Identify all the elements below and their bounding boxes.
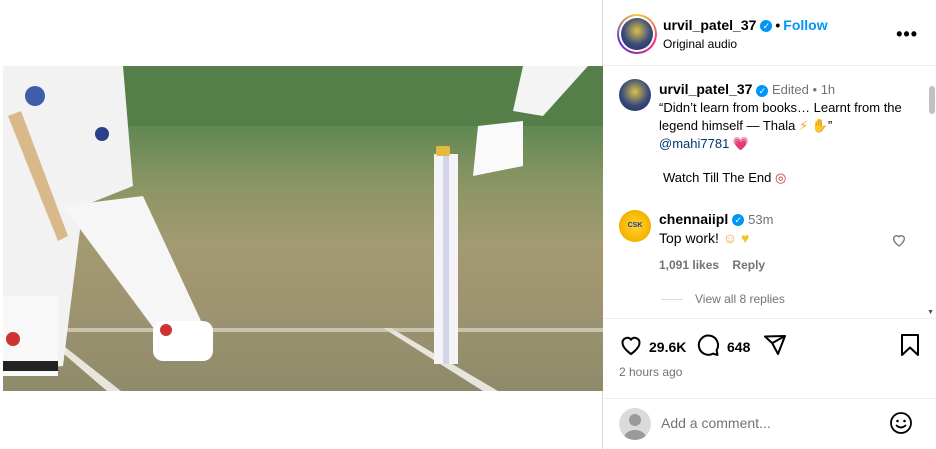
replies-divider [661, 298, 683, 300]
default-user-icon [624, 414, 646, 440]
commenter-username[interactable]: chennaiipl [659, 211, 728, 227]
caption-line2: Watch Till The End ◎ [663, 170, 786, 186]
face-emoji-icon: ☺ [722, 230, 738, 246]
bookmark-icon [901, 334, 919, 356]
commenter-logo-icon: CSK [627, 222, 643, 229]
add-comment-bar [603, 398, 936, 449]
comment-count: 648 [727, 339, 751, 355]
post-timestamp[interactable]: 2 hours ago [619, 365, 682, 379]
comments-scrollbar[interactable]: ▼ [927, 80, 936, 316]
header-separator: • [775, 17, 781, 33]
action-bar: 29.6K 648 2 hours ago [603, 318, 936, 398]
heart-icon [621, 336, 641, 356]
reply-button[interactable]: Reply [732, 258, 765, 272]
commenter-avatar[interactable]: CSK [619, 210, 651, 242]
comment-text: Top work! [659, 230, 719, 246]
comment-like-button[interactable] [891, 232, 907, 253]
share-icon [764, 335, 786, 355]
post-side-panel: urvil_patel_37 ✓ • Follow Original audio ••… [603, 0, 936, 449]
verified-badge-icon: ✓ [732, 214, 745, 227]
comment-button[interactable] [696, 333, 720, 362]
post-header: urvil_patel_37 ✓ • Follow Original audio ••… [603, 0, 936, 66]
caption-time: 1h [820, 82, 836, 97]
emoji-icon [890, 412, 912, 434]
media-panel [0, 0, 603, 449]
comment-time: 53m [748, 212, 774, 227]
comment-input[interactable] [661, 413, 881, 433]
current-user-avatar [619, 408, 651, 440]
scroll-down-arrow-icon[interactable]: ▼ [927, 309, 934, 316]
edited-label: Edited [772, 82, 809, 97]
post-caption: urvil_patel_37 ✓ Edited • 1h “Didn’t lear… [659, 80, 924, 153]
target-emoji-icon: ◎ [775, 170, 787, 185]
emoji-picker-button[interactable] [889, 411, 913, 440]
comment-icon [697, 334, 720, 356]
like-count[interactable]: 29.6K [649, 339, 686, 355]
comments-section[interactable]: urvil_patel_37 ✓ Edited • 1h “Didn’t lear… [603, 66, 936, 318]
like-button[interactable] [619, 333, 643, 362]
view-replies-label: View all 8 replies [695, 292, 785, 306]
mention-link[interactable]: @mahi7781 [659, 136, 729, 151]
comment-likes[interactable]: 1,091 likes [659, 258, 719, 272]
comment-meta: 1,091 likes Reply [659, 258, 775, 272]
caption-separator: • [812, 82, 818, 97]
comment-text-row: Top work! ☺ ♥ [659, 230, 749, 246]
video-frame [3, 66, 603, 391]
caption-text: “Didn’t learn from books… Learnt from th… [659, 100, 902, 133]
caption-text-tail: ” [827, 118, 833, 133]
audio-link[interactable]: Original audio [663, 37, 737, 51]
caption-line2-text: Watch Till The End [663, 170, 772, 185]
share-button[interactable] [763, 333, 787, 362]
caption-author-avatar[interactable] [619, 79, 651, 111]
verified-badge-icon: ✓ [760, 20, 773, 33]
more-options-icon[interactable]: ••• [896, 24, 918, 45]
caption-username[interactable]: urvil_patel_37 [659, 81, 752, 97]
author-avatar[interactable] [617, 14, 657, 54]
author-username[interactable]: urvil_patel_37 [663, 17, 756, 33]
yellow-heart-emoji-icon: ♥ [741, 230, 750, 246]
verified-badge-icon: ✓ [756, 84, 769, 97]
lightning-emoji-icon: ⚡ [798, 118, 809, 133]
video-player[interactable] [3, 66, 603, 391]
comment-header: chennaiipl ✓ 53m [659, 211, 773, 227]
view-replies-button[interactable]: View all 8 replies [661, 292, 785, 306]
follow-button[interactable]: Follow [783, 17, 827, 33]
gloves-emoji-icon: ✋ [811, 118, 828, 133]
header-user-row: urvil_patel_37 ✓ • Follow [663, 17, 828, 33]
heart-emoji-icon: 💗 [732, 136, 750, 151]
save-button[interactable] [899, 333, 921, 362]
heart-icon [892, 235, 906, 247]
scrollbar-thumb[interactable] [929, 86, 935, 114]
